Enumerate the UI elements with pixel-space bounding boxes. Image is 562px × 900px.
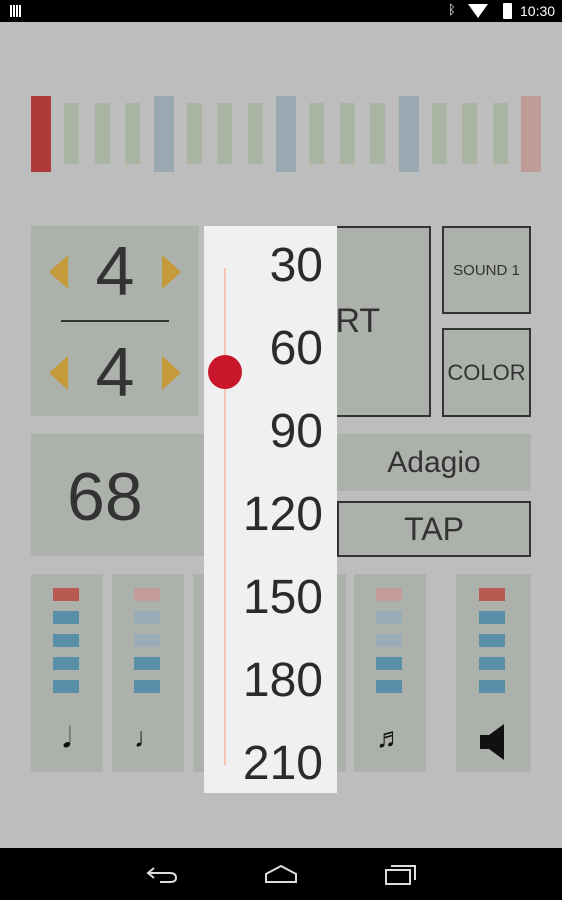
tempo-picker[interactable]: 30 60 90 120 150 180 210: [204, 226, 337, 793]
tempo-option[interactable]: 30: [270, 238, 323, 293]
volume-level-blue[interactable]: [479, 680, 505, 693]
beat-bar-sub: [64, 103, 80, 164]
volume-level-blue[interactable]: [479, 657, 505, 670]
sound-button[interactable]: SOUND 1: [442, 226, 531, 314]
volume-level-blue[interactable]: [376, 680, 402, 693]
beat-bar-beat: [276, 96, 296, 172]
beat-bar-sub: [125, 103, 141, 164]
volume-level-blue[interactable]: [376, 657, 402, 670]
volume-level-blue[interactable]: [53, 657, 79, 670]
denominator: 4: [95, 333, 135, 411]
beat-bar-beat: [398, 96, 419, 172]
volume-level-blue_dim[interactable]: [134, 634, 160, 647]
speaker-icon[interactable]: [480, 724, 506, 760]
numerator-increase-button[interactable]: [162, 255, 181, 289]
beat-bar-sub: [309, 103, 325, 164]
beat-bar-sub: [94, 103, 110, 164]
beat-bar-sub: [217, 103, 233, 164]
subdivision-column[interactable]: ♬: [354, 574, 426, 772]
subdivision-column[interactable]: [456, 574, 531, 772]
volume-level-red[interactable]: [479, 588, 505, 601]
beat-bar-sub: [431, 103, 447, 164]
beat-bar-beat: [153, 96, 174, 172]
volume-level-blue[interactable]: [53, 680, 79, 693]
tempo-marking-label: Adagio: [387, 445, 481, 479]
back-icon[interactable]: [146, 864, 178, 884]
bpm-value: 68: [67, 459, 143, 535]
time-signature-panel: 4 4: [31, 226, 199, 416]
volume-level-blue[interactable]: [479, 611, 505, 624]
navigation-bar: [0, 848, 562, 900]
fraction-divider: [61, 320, 169, 322]
beat-bar-sub: [492, 103, 508, 164]
tempo-option[interactable]: 180: [243, 653, 323, 708]
home-icon[interactable]: [264, 864, 298, 884]
bluetooth-icon: ᛒ: [448, 2, 456, 17]
color-button[interactable]: COLOR: [442, 328, 531, 417]
tap-label: TAP: [404, 510, 464, 547]
tempo-slider-track[interactable]: [224, 268, 226, 765]
wifi-icon: [468, 4, 488, 18]
tempo-option[interactable]: 210: [243, 736, 323, 791]
notification-icon: [10, 5, 22, 17]
clock: 10:30: [520, 3, 556, 19]
beat-bar-sub: [247, 103, 263, 164]
beat-bar-sub: [370, 103, 386, 164]
volume-level-blue[interactable]: [53, 634, 79, 647]
beat-bar-accent: [31, 96, 51, 172]
tap-button[interactable]: TAP: [337, 501, 531, 557]
denominator-increase-button[interactable]: [162, 356, 181, 390]
quarter-note-icon: ♩: [134, 722, 162, 753]
volume-level-blue_dim[interactable]: [134, 611, 160, 624]
subdivision-column[interactable]: ♩: [112, 574, 184, 772]
volume-level-blue[interactable]: [134, 680, 160, 693]
tempo-option[interactable]: 60: [270, 321, 323, 376]
tempo-option[interactable]: 120: [243, 487, 323, 542]
volume-level-blue[interactable]: [53, 611, 79, 624]
volume-level-red_dim[interactable]: [134, 588, 160, 601]
beat-bar-sub: [339, 103, 355, 164]
tempo-option[interactable]: 150: [243, 570, 323, 625]
volume-level-blue[interactable]: [479, 634, 505, 647]
volume-level-blue[interactable]: [134, 657, 160, 670]
volume-level-red_dim[interactable]: [376, 588, 402, 601]
beat-bar-accent-dim: [521, 96, 541, 172]
sound-label: SOUND 1: [453, 261, 520, 279]
subdivision-column[interactable]: 𝅘𝅥: [31, 574, 103, 772]
recents-icon[interactable]: [384, 862, 418, 886]
numerator: 4: [95, 232, 135, 310]
beat-bar-sub: [462, 103, 478, 164]
volume-level-red[interactable]: [53, 588, 79, 601]
tempo-option[interactable]: 90: [270, 404, 323, 459]
status-bar: ᛒ 10:30: [0, 0, 562, 22]
numerator-decrease-button[interactable]: [49, 255, 68, 289]
volume-level-blue_dim[interactable]: [376, 634, 402, 647]
color-label: COLOR: [447, 359, 526, 385]
denominator-decrease-button[interactable]: [49, 356, 68, 390]
tempo-slider-knob[interactable]: [208, 355, 242, 390]
battery-icon: [503, 3, 512, 19]
volume-level-blue_dim[interactable]: [376, 611, 402, 624]
tempo-marking: Adagio: [337, 434, 531, 491]
beat-bar-sub: [186, 103, 202, 164]
accent-quarter-note-icon: 𝅘𝅥: [62, 722, 72, 753]
bpm-display[interactable]: 68: [31, 434, 231, 556]
sixteenth-notes-icon: ♬: [376, 722, 404, 753]
